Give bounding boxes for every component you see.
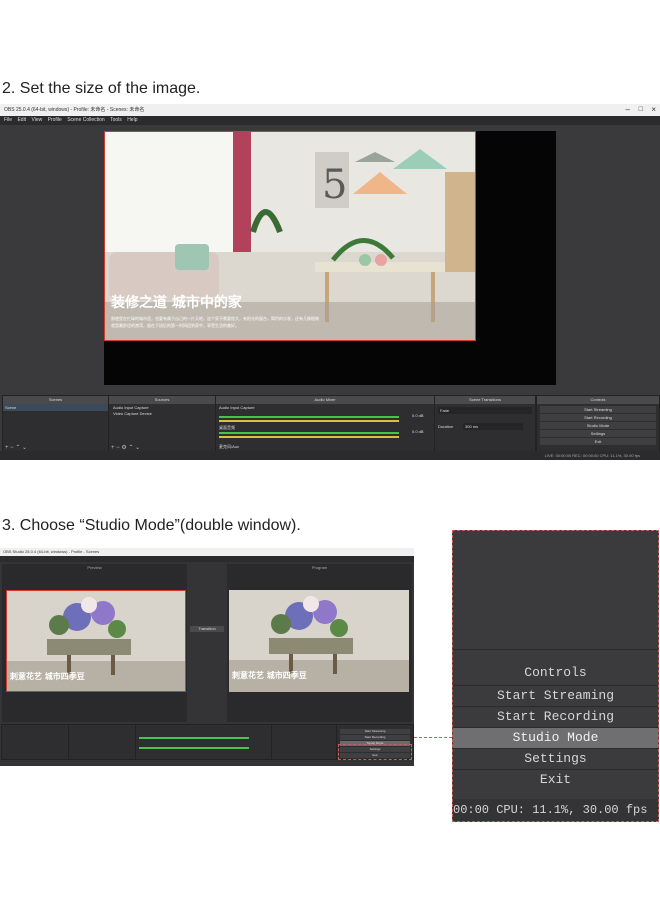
menu-tools[interactable]: Tools bbox=[110, 117, 122, 123]
status-text: LIVE: 00:00:00 REC: 00:00:00 CPU: 11.1%,… bbox=[544, 453, 640, 458]
controls-header: Controls bbox=[537, 396, 659, 404]
sources-dock bbox=[68, 724, 136, 760]
mixer-channel-label: 麦克风/Aux bbox=[219, 444, 240, 449]
minimize-icon[interactable]: – bbox=[626, 104, 630, 116]
duration-input[interactable]: 300 ms bbox=[463, 423, 523, 430]
step-2-caption: 2. Set the size of the image. bbox=[2, 80, 201, 97]
db-value: 0.0 dB bbox=[412, 413, 424, 418]
start-recording-button[interactable]: Start Recording bbox=[453, 707, 658, 727]
close-icon[interactable]: × bbox=[651, 104, 656, 116]
menu-bar bbox=[0, 556, 414, 562]
transition-button[interactable]: Transition bbox=[190, 626, 224, 632]
scenes-dock: Scenes Scene + − ⌃ ⌄ bbox=[2, 395, 109, 453]
obs-window-studio: OBS Studio 25.0.4 (64-bit, windows) - Pr… bbox=[0, 548, 414, 766]
source-toolbar-icons[interactable]: + − ⚙ ⌃ ⌄ bbox=[111, 444, 140, 451]
start-streaming-button[interactable]: Start Streaming bbox=[340, 729, 410, 734]
menu-bar: File Edit View Profile Scene Collection … bbox=[0, 116, 660, 125]
title-bar: OBS 25.0.4 (64-bit, windows) - Profile: … bbox=[0, 104, 660, 116]
sources-header: Sources bbox=[109, 396, 215, 404]
preview-image-title: 刺意花艺 城市四季豆 bbox=[10, 671, 85, 681]
preview-image[interactable]: 刺意花艺 城市四季豆 bbox=[6, 590, 186, 692]
volume-slider[interactable] bbox=[219, 420, 399, 422]
zoom-status-text: 00:00 CPU: 11.1%, 30.00 fps bbox=[453, 803, 648, 817]
maximize-icon[interactable]: □ bbox=[639, 104, 643, 116]
image-title: 装修之道 城市中的家 bbox=[111, 295, 242, 311]
source-item[interactable]: Audio Input Capture bbox=[109, 404, 215, 411]
scene-add-remove-icons[interactable]: + − ⌃ ⌄ bbox=[5, 444, 27, 451]
start-recording-button[interactable]: Start Recording bbox=[540, 414, 656, 421]
window-title: OBS 25.0.4 (64-bit, windows) - Profile: … bbox=[4, 107, 145, 113]
source-item[interactable]: Video Capture Device bbox=[109, 411, 215, 416]
scenes-dock bbox=[1, 724, 69, 760]
audio-mixer-dock bbox=[135, 724, 272, 760]
mixer-channel-label: Audio Input Capture bbox=[219, 405, 255, 410]
program-pane: Program 刺意花艺 城市四季豆 bbox=[227, 564, 412, 722]
settings-button[interactable]: Settings bbox=[453, 749, 658, 769]
transitions-header: Scene Transitions bbox=[435, 396, 535, 404]
audio-meter bbox=[139, 747, 249, 749]
obs-window-main: OBS 25.0.4 (64-bit, windows) - Profile: … bbox=[0, 104, 660, 460]
start-streaming-button[interactable]: Start Streaming bbox=[540, 406, 656, 413]
program-image: 刺意花艺 城市四季豆 bbox=[229, 590, 409, 692]
program-image-title: 刺意花艺 城市四季豆 bbox=[232, 670, 307, 680]
preview-label: Preview bbox=[87, 565, 102, 570]
mixer-header: Audio Mixer bbox=[216, 396, 434, 404]
audio-meter bbox=[139, 737, 249, 739]
volume-slider[interactable] bbox=[219, 436, 399, 438]
connector-line bbox=[414, 737, 452, 738]
image-desc-1: 即使是在忙碌的城市里，也要有属于自己的一片天地，这个家不需要很大，有阳光的窗台，… bbox=[111, 316, 319, 321]
preview-canvas[interactable]: 5 装修之道 城市中的家 即使是在忙碌的城市里，也要有属于自己的一片天地，这个家… bbox=[104, 131, 556, 385]
menu-edit[interactable]: Edit bbox=[17, 117, 26, 123]
menu-help[interactable]: Help bbox=[127, 117, 137, 123]
mixer-channel-label: 桌面音频 bbox=[219, 425, 235, 430]
title-bar: OBS Studio 25.0.4 (64-bit, windows) - Pr… bbox=[0, 548, 414, 556]
menu-profile[interactable]: Profile bbox=[48, 117, 62, 123]
zoom-status-bar: 00:00 CPU: 11.1%, 30.00 fps bbox=[453, 799, 658, 821]
studio-mode-button[interactable]: Studio Mode bbox=[540, 422, 656, 429]
menu-view[interactable]: View bbox=[31, 117, 42, 123]
transition-select[interactable]: Fade bbox=[438, 407, 532, 414]
preview-pane: Preview 刺意花艺 城市四季豆 bbox=[2, 564, 187, 722]
scene-image[interactable]: 5 装修之道 城市中的家 即使是在忙碌的城市里，也要有属于自己的一片天地，这个家… bbox=[104, 131, 476, 341]
program-label: Program bbox=[311, 565, 328, 570]
audio-mixer-dock: Audio Mixer Audio Input Capture 0.0 dB 桌… bbox=[215, 395, 435, 453]
status-bar: LIVE: 00:00:00 REC: 00:00:00 CPU: 11.1%,… bbox=[0, 451, 660, 460]
studio-mode-button[interactable]: Studio Mode bbox=[453, 728, 658, 748]
transitions-dock bbox=[271, 724, 337, 760]
controls-zoom-panel: Controls Start Streaming Start Recording… bbox=[452, 530, 659, 822]
sources-dock: Sources Audio Input Capture Video Captur… bbox=[108, 395, 216, 453]
step-3-caption: 3. Choose “Studio Mode”(double window). bbox=[2, 517, 301, 534]
start-streaming-button[interactable]: Start Streaming bbox=[453, 686, 658, 706]
image-desc-2: 就是最舒适的港湾，留在下班后的第一时间回到家中，享受生活的美好。 bbox=[111, 323, 239, 328]
svg-text:5: 5 bbox=[322, 162, 347, 208]
menu-scene-collection[interactable]: Scene Collection bbox=[67, 117, 105, 123]
menu-file[interactable]: File bbox=[4, 117, 12, 123]
exit-button[interactable]: Exit bbox=[453, 770, 658, 790]
scene-item[interactable]: Scene bbox=[3, 404, 108, 411]
audio-meter bbox=[219, 416, 399, 418]
db-value: 0.0 dB bbox=[412, 429, 424, 434]
scenes-header: Scenes bbox=[3, 396, 108, 404]
highlight-box bbox=[338, 744, 412, 760]
audio-meter bbox=[219, 432, 399, 434]
settings-button[interactable]: Settings bbox=[540, 430, 656, 437]
duration-label: Duration bbox=[438, 424, 454, 429]
start-recording-button[interactable]: Start Recording bbox=[340, 735, 410, 740]
exit-button[interactable]: Exit bbox=[540, 438, 656, 445]
window-title: OBS Studio 25.0.4 (64-bit, windows) - Pr… bbox=[3, 549, 100, 554]
controls-dock: Controls Start Streaming Start Recording… bbox=[536, 395, 660, 453]
controls-heading: Controls bbox=[524, 665, 587, 680]
transitions-dock: Scene Transitions Fade Duration 300 ms bbox=[434, 395, 536, 453]
transition-area: Transition bbox=[190, 626, 224, 640]
